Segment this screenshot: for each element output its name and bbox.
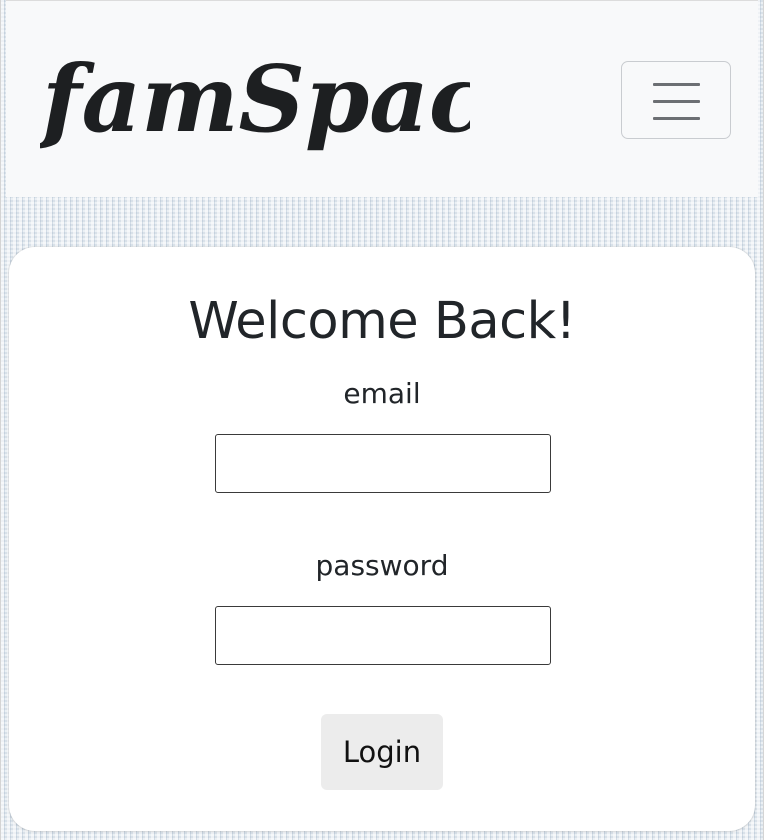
page: famSpace Welcome Back! email password Lo…: [0, 0, 764, 840]
navbar: famSpace: [6, 0, 758, 197]
famspace-logo[interactable]: famSpace: [40, 45, 470, 175]
login-button[interactable]: Login: [321, 714, 443, 790]
email-label: email: [343, 377, 421, 410]
password-label: password: [315, 549, 449, 582]
page-title: Welcome Back!: [188, 292, 576, 351]
brand-logo-text: famSpace: [40, 45, 470, 153]
password-field[interactable]: [215, 606, 551, 665]
navbar-toggle-button[interactable]: [621, 61, 731, 139]
email-field[interactable]: [215, 434, 551, 493]
